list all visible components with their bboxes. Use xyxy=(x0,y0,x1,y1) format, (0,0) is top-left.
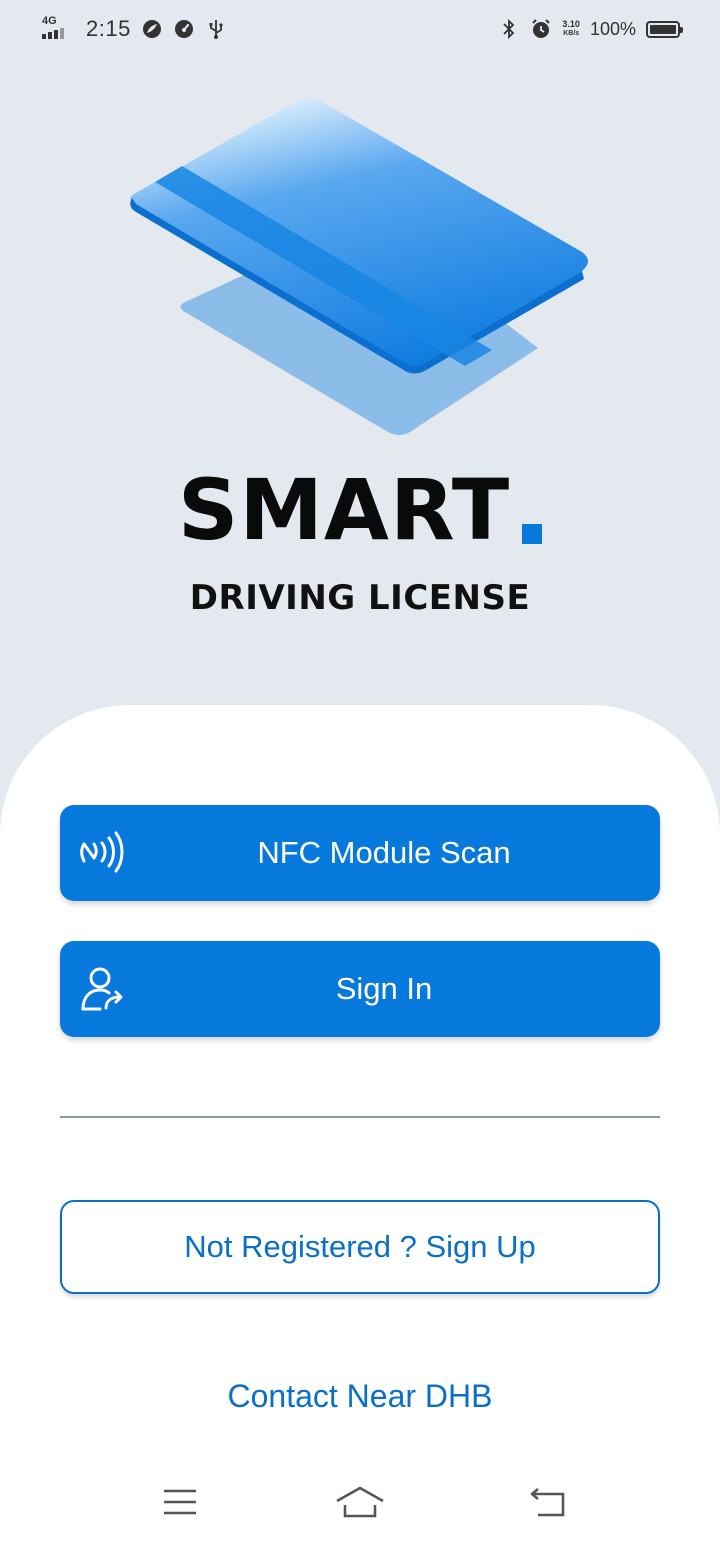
screen: 4G 2:15 3.10 KB/s 100% SMART DRIVING LIC… xyxy=(0,0,720,1544)
app-subtitle: DRIVING LICENSE xyxy=(189,578,531,618)
smart-card-illustration xyxy=(130,97,588,435)
speed-value: 3.10 xyxy=(562,19,580,29)
nfc-icon xyxy=(78,827,130,879)
status-right: 3.10 KB/s 100% xyxy=(498,18,683,40)
brand-title: SMART xyxy=(177,460,543,560)
menu-icon[interactable] xyxy=(150,1480,210,1524)
alarm-icon xyxy=(530,18,552,40)
network-type: 4G xyxy=(42,15,57,27)
cellular-signal-icon: 4G xyxy=(42,15,72,41)
brand-accent-dot xyxy=(522,524,543,544)
speed-unit: KB/s xyxy=(563,30,580,37)
sign-in-label: Sign In xyxy=(335,971,433,1006)
nfc-scan-label: NFC Module Scan xyxy=(257,835,511,870)
sign-in-button[interactable]: Sign In xyxy=(60,941,660,1037)
battery-icon xyxy=(646,20,683,38)
status-left: 4G 2:15 xyxy=(42,15,227,42)
status-bar: 4G 2:15 3.10 KB/s 100% xyxy=(0,0,720,58)
battery-percent: 100% xyxy=(589,18,636,39)
sign-up-label: Not Registered ? Sign Up xyxy=(184,1229,536,1264)
brand: SMART DRIVING LICENSE xyxy=(0,460,720,618)
user-login-icon xyxy=(78,963,130,1015)
status-time: 2:15 xyxy=(86,16,131,41)
network-speed: 3.10 KB/s xyxy=(562,20,580,38)
nfc-scan-button[interactable]: NFC Module Scan xyxy=(60,805,660,901)
system-nav-bar xyxy=(0,1470,720,1544)
back-icon[interactable] xyxy=(518,1480,578,1524)
divider xyxy=(60,1116,660,1118)
contact-link[interactable]: Contact Near DHB xyxy=(0,1378,720,1415)
bluetooth-icon xyxy=(498,18,520,40)
speedometer-icon xyxy=(173,18,195,40)
home-icon[interactable] xyxy=(330,1480,390,1524)
app-title: SMART xyxy=(177,461,511,559)
app-notification-icon xyxy=(141,18,163,40)
sign-up-button[interactable]: Not Registered ? Sign Up xyxy=(60,1200,660,1294)
usb-icon xyxy=(205,18,227,40)
